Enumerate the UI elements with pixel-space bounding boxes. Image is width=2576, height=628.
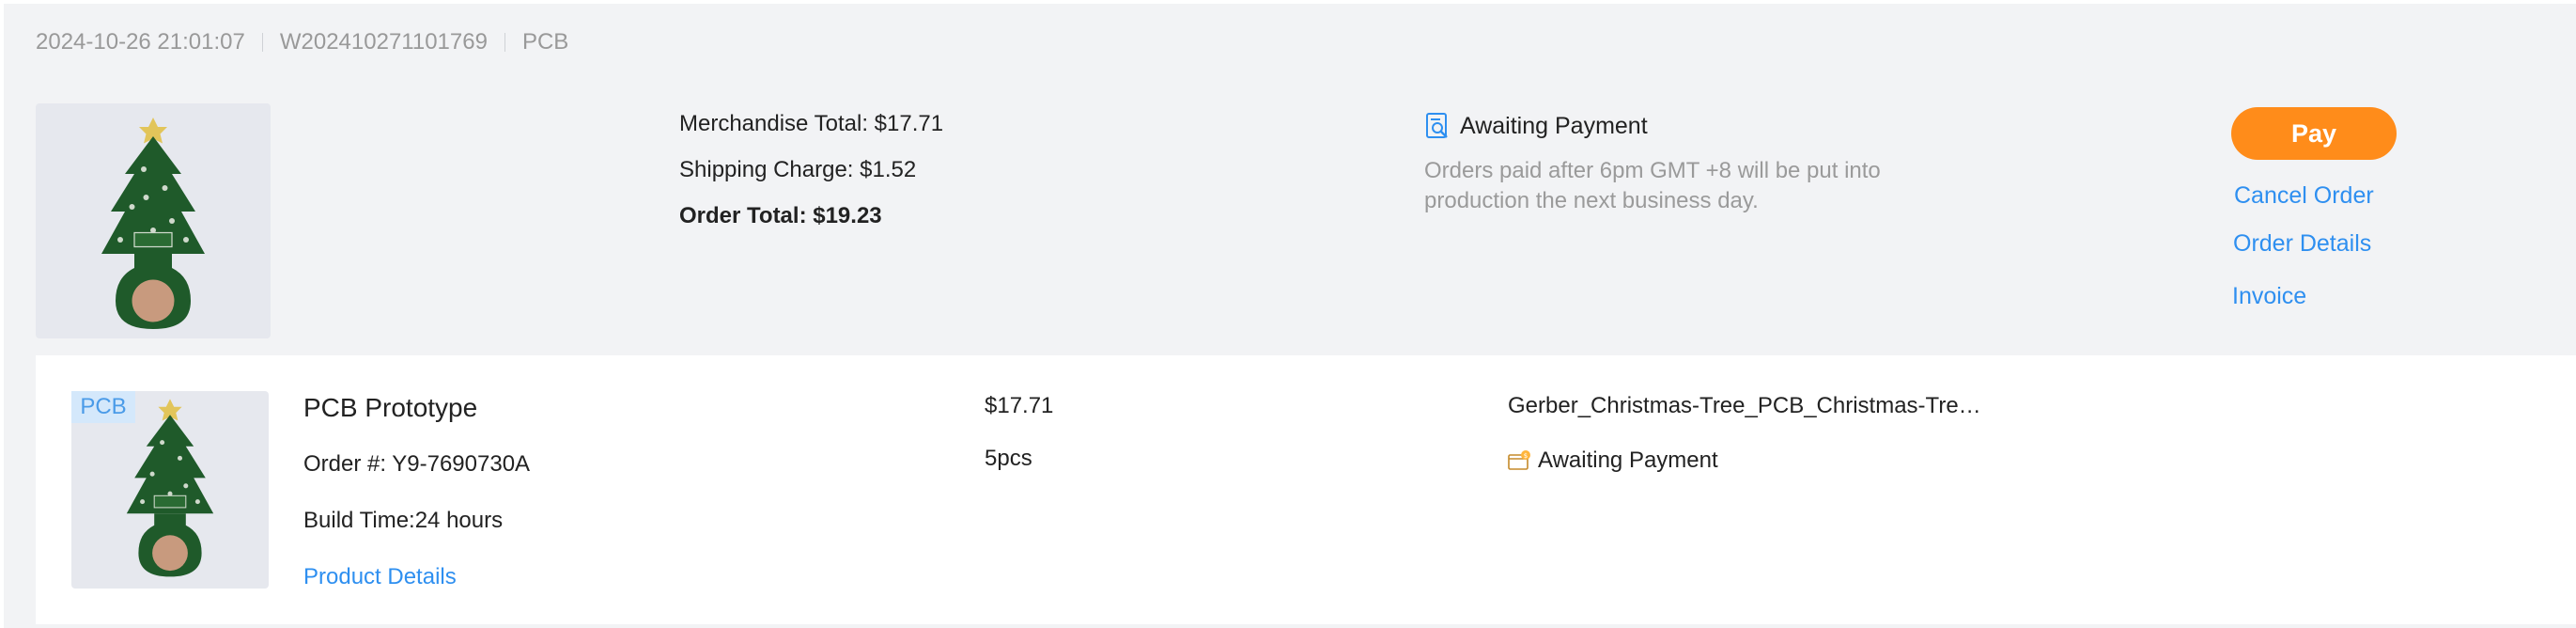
pcb-tree-image	[101, 118, 205, 329]
invoice-link[interactable]: Invoice	[2232, 283, 2306, 310]
pay-button[interactable]: Pay	[2231, 107, 2397, 160]
status-note: Orders paid after 6pm GMT +8 will be put…	[1424, 158, 1881, 213]
item-price: $17.71	[985, 393, 1054, 418]
item-build-time: Build Time:24 hours	[303, 508, 504, 533]
item-order-number: Order #: Y9-7690730A	[303, 451, 531, 477]
order-id: W202410271101769	[279, 29, 488, 55]
item-title: PCB Prototype	[303, 393, 478, 422]
order-details-link[interactable]: Order Details	[2233, 230, 2371, 258]
order-card: 2024-10-26 21:01:07 W202410271101769 PCB…	[4, 4, 2576, 628]
shipping-charge: Shipping Charge: $1.52	[679, 157, 917, 182]
order-item: PCB PCB Prototype Order #: Y9-7690730A B…	[36, 355, 2576, 624]
package-icon: $	[1508, 450, 1530, 470]
divider	[261, 33, 263, 52]
order-meta: 2024-10-26 21:01:07 W202410271101769 PCB	[36, 28, 568, 56]
order-status-title: Awaiting Payment	[1424, 109, 1913, 143]
order-category: PCB	[521, 29, 569, 55]
svg-text:$: $	[1524, 452, 1528, 460]
item-quantity: 5pcs	[985, 446, 1032, 471]
item-status: $ Awaiting Payment	[1508, 447, 1718, 474]
order-thumbnail[interactable]	[36, 103, 271, 338]
order-status-label: Awaiting Payment	[1460, 112, 1648, 139]
gerber-file-name: Gerber_Christmas-Tree_PCB_Christmas-Tre…	[1508, 393, 1981, 418]
cancel-order-link[interactable]: Cancel Order	[2234, 182, 2374, 210]
pcb-badge: PCB	[71, 391, 135, 423]
order-totals: Merchandise Total: $17.71 Shipping Charg…	[679, 107, 943, 245]
order-total: Order Total: $19.23	[679, 203, 882, 228]
product-details-link[interactable]: Product Details	[303, 564, 457, 590]
item-status-label: Awaiting Payment	[1538, 447, 1718, 473]
order-datetime: 2024-10-26 21:01:07	[36, 29, 245, 55]
order-status: Awaiting Payment Orders paid after 6pm G…	[1424, 109, 1913, 216]
divider	[504, 33, 505, 52]
merchandise-total: Merchandise Total: $17.71	[679, 111, 944, 136]
document-search-icon	[1426, 113, 1448, 138]
